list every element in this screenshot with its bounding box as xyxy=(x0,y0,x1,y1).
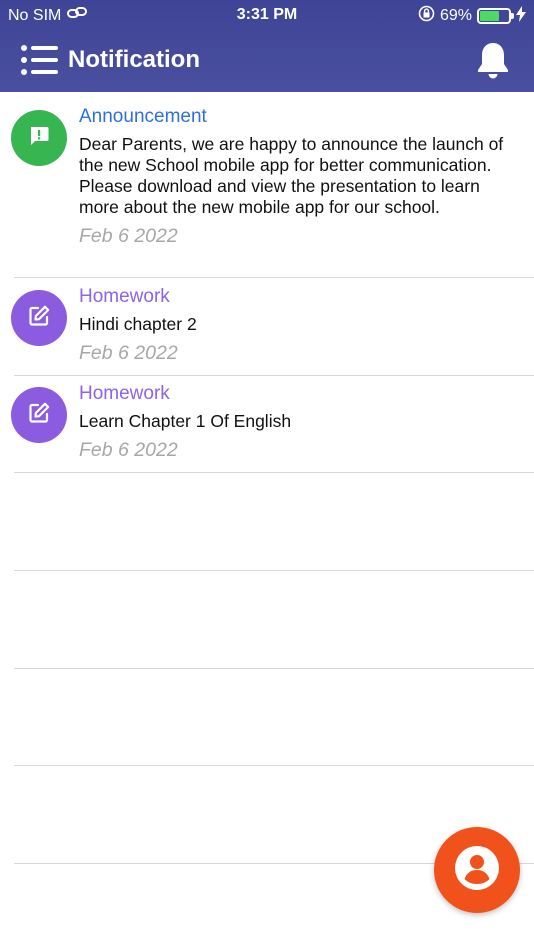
edit-icon xyxy=(27,304,51,333)
notification-message: Dear Parents, we are happy to announce t… xyxy=(79,134,504,217)
charging-icon xyxy=(516,5,526,27)
notification-item[interactable]: Homework Hindi chapter 2 Feb 6 2022 xyxy=(0,278,534,375)
notification-message: Learn Chapter 1 Of English xyxy=(79,411,292,431)
notification-date: Feb 6 2022 xyxy=(79,225,178,247)
orientation-lock-icon xyxy=(418,5,435,27)
notification-date: Feb 6 2022 xyxy=(79,342,178,364)
battery-icon xyxy=(477,8,514,24)
battery-level xyxy=(480,11,500,21)
status-bar: No SIM 3:31 PM 69% xyxy=(0,0,534,30)
app-bar: Notification xyxy=(0,30,534,92)
edit-icon xyxy=(27,401,51,430)
notification-item[interactable]: Announcement Dear Parents, we are happy … xyxy=(0,92,534,277)
announcement-avatar xyxy=(11,110,67,166)
page-title: Notification xyxy=(68,46,200,73)
divider xyxy=(14,472,534,473)
bell-icon xyxy=(474,43,512,84)
homework-avatar xyxy=(11,387,67,443)
profile-fab-button[interactable] xyxy=(434,827,520,913)
menu-list-icon xyxy=(20,45,60,82)
notifications-button[interactable] xyxy=(474,40,512,80)
alert-message-icon xyxy=(27,124,51,153)
notification-category: Homework xyxy=(79,383,170,404)
notification-item[interactable]: Homework Learn Chapter 1 Of English Feb … xyxy=(0,376,534,473)
user-profile-icon xyxy=(453,844,501,897)
notification-category: Announcement xyxy=(79,106,207,127)
header: No SIM 3:31 PM 69% Notification xyxy=(0,0,534,92)
menu-button[interactable] xyxy=(20,42,60,78)
notification-date: Feb 6 2022 xyxy=(79,439,178,461)
divider xyxy=(14,765,534,766)
homework-avatar xyxy=(11,290,67,346)
divider xyxy=(14,668,534,669)
notification-category: Homework xyxy=(79,286,170,307)
battery-percent: 69% xyxy=(439,7,472,24)
divider xyxy=(14,570,534,571)
notification-message: Hindi chapter 2 xyxy=(79,314,197,334)
